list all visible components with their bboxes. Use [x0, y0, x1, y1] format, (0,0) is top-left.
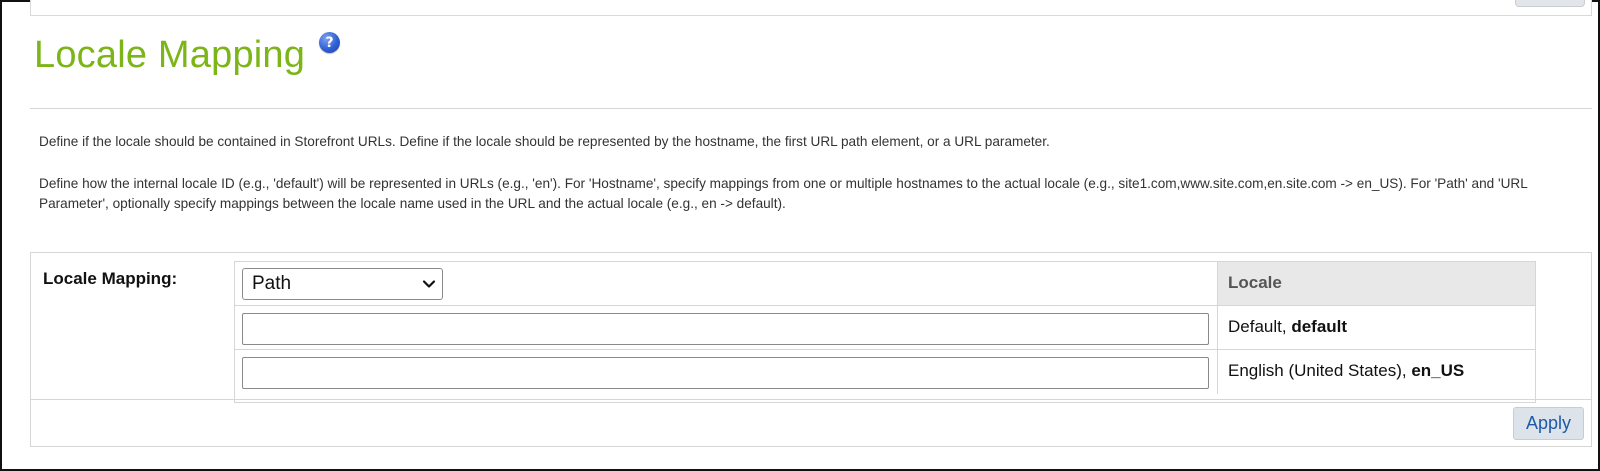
locale-mapping-panel: Locale Mapping: Path Locale Default, def… — [30, 252, 1592, 447]
chevron-down-icon — [422, 280, 436, 288]
locale-mapping-table: Path Locale Default, default English (Un… — [234, 261, 1536, 403]
page-frame: Locale Mapping ? Define if the locale sh… — [0, 0, 1600, 471]
locale-id: en_US — [1411, 361, 1465, 380]
title-row: Locale Mapping ? — [34, 28, 341, 82]
previous-section-remnant — [30, 0, 1592, 16]
panel-footer-divider — [31, 399, 1591, 400]
page-title: Locale Mapping — [34, 34, 306, 76]
table-header-row: Path Locale — [235, 262, 1535, 306]
locale-label: English (United States), en_US — [1228, 361, 1464, 381]
help-icon-symbol: ? — [325, 34, 334, 51]
locale-mapping-label: Locale Mapping: — [43, 269, 178, 288]
title-divider — [30, 108, 1592, 109]
locale-column-header-cell: Locale — [1218, 262, 1535, 305]
mapping-type-selected-value: Path — [252, 273, 292, 294]
locale-label: Default, default — [1228, 317, 1347, 337]
mapping-type-select[interactable]: Path — [242, 268, 443, 300]
locale-id: default — [1291, 317, 1348, 336]
apply-button[interactable]: Apply — [1513, 407, 1584, 440]
mapping-input-default[interactable] — [242, 313, 1209, 345]
help-icon[interactable]: ? — [319, 32, 341, 53]
locale-cell: Default, default — [1218, 306, 1535, 349]
locale-name: English (United States), — [1228, 361, 1412, 380]
mapping-input-en-us[interactable] — [242, 357, 1209, 389]
description-paragraph-1: Define if the locale should be contained… — [39, 134, 1050, 149]
mapping-type-cell: Path — [235, 262, 1218, 305]
locale-column-header: Locale — [1228, 273, 1282, 292]
mapping-input-cell — [235, 306, 1218, 349]
previous-section-button[interactable] — [1515, 0, 1585, 7]
locale-name: Default, — [1228, 317, 1292, 336]
mapping-input-cell — [235, 350, 1218, 394]
locale-cell: English (United States), en_US — [1218, 350, 1535, 394]
description-paragraph-2: Define how the internal locale ID (e.g.,… — [39, 176, 1528, 211]
table-row: English (United States), en_US — [235, 350, 1535, 394]
table-row: Default, default — [235, 306, 1535, 350]
